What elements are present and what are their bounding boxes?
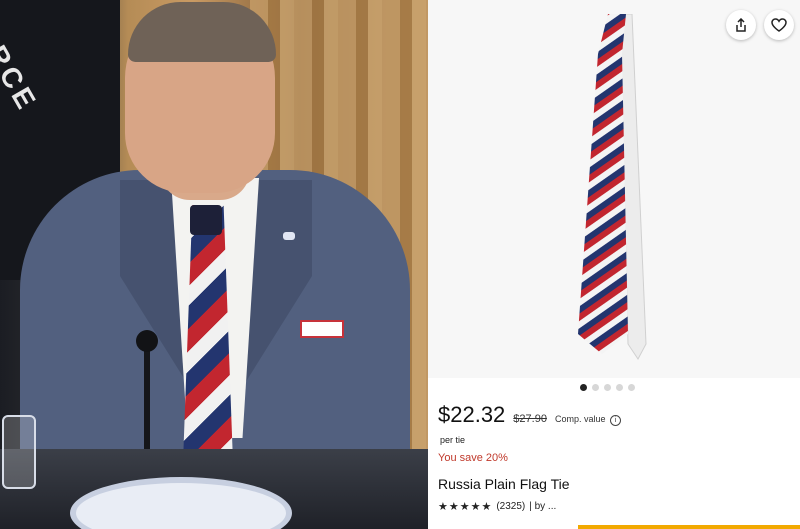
product-tie-image: [578, 14, 647, 360]
tie-knot: [190, 205, 222, 235]
lapel-pin: [283, 232, 295, 240]
carousel-dot[interactable]: [592, 384, 599, 391]
event-photo: RCE: [0, 0, 428, 529]
carousel-dot[interactable]: [616, 384, 623, 391]
carousel-dot[interactable]: [628, 384, 635, 391]
seller-link[interactable]: | by ...: [529, 501, 556, 512]
product-listing: $22.32 $27.90 Comp. value i per tie You …: [428, 0, 800, 529]
water-glass: [2, 415, 36, 489]
per-unit-label: per tie: [440, 435, 466, 445]
comp-value-label: Comp. value i: [555, 414, 621, 426]
share-icon: [736, 18, 746, 32]
favorite-button[interactable]: [764, 10, 794, 40]
bottom-accent-bar: [578, 525, 800, 529]
rating-row[interactable]: ★★★★★ (2325) | by ...: [438, 500, 556, 513]
comp-value-text: Comp. value: [554, 414, 606, 424]
heart-icon: [771, 18, 787, 32]
current-price: $22.32: [438, 402, 506, 427]
carousel-dots[interactable]: [580, 384, 635, 391]
info-icon[interactable]: i: [610, 415, 621, 426]
price-row: $22.32 $27.90 Comp. value i: [438, 402, 621, 428]
carousel-dot[interactable]: [604, 384, 611, 391]
share-button[interactable]: [726, 10, 756, 40]
product-image-area[interactable]: [428, 0, 800, 378]
hair: [128, 2, 276, 62]
pocket-square: [300, 320, 344, 338]
microphone-icon: [136, 330, 158, 352]
carousel-dot[interactable]: [580, 384, 587, 391]
star-rating: ★★★★★: [438, 501, 493, 513]
original-price: $27.90: [513, 413, 547, 425]
savings-label: You save 20%: [438, 452, 508, 464]
rating-count: (2325): [496, 501, 526, 512]
screenshot-composite: RCE $22.32 $27.90 Comp. value i per tie …: [0, 0, 800, 529]
product-title[interactable]: Russia Plain Flag Tie: [438, 476, 570, 492]
